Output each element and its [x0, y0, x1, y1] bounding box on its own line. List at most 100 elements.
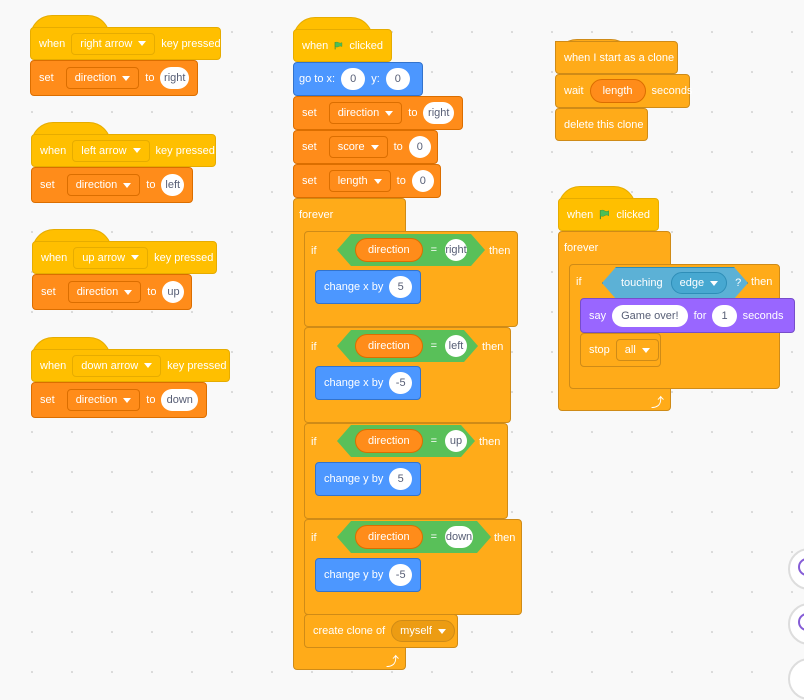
- compare-value[interactable]: left: [445, 335, 467, 357]
- caret-down-icon: [385, 110, 394, 116]
- set-label: set: [39, 72, 54, 84]
- value-input[interactable]: right: [423, 102, 454, 124]
- if-label: if: [311, 245, 317, 257]
- to-label: to: [146, 179, 156, 191]
- variable-dropdown[interactable]: score: [328, 136, 388, 158]
- value-input[interactable]: up: [162, 281, 185, 303]
- caret-down-icon: [132, 148, 141, 153]
- when-key-pressed-left[interactable]: when left arrow key pressed: [31, 134, 216, 167]
- set-label: set: [41, 286, 56, 298]
- stop-label: stop: [589, 344, 610, 356]
- zoom-out-button[interactable]: [788, 603, 804, 645]
- when-label: when: [302, 39, 329, 52]
- change-x-block[interactable]: change x by 5: [315, 270, 421, 304]
- touching-target-dropdown[interactable]: edge: [671, 272, 727, 294]
- green-flag-icon: [335, 41, 343, 50]
- seconds-input[interactable]: 1: [712, 304, 737, 327]
- caret-down-icon: [123, 182, 132, 188]
- change-y-block[interactable]: change y by 5: [315, 462, 421, 496]
- key-dropdown[interactable]: left arrow: [72, 139, 150, 162]
- delete-clone-label: delete this clone: [564, 118, 644, 131]
- set-label: set: [302, 141, 317, 153]
- when-flag-clicked[interactable]: when clicked: [293, 29, 392, 62]
- y-input[interactable]: 0: [385, 68, 410, 90]
- set-variable-block[interactable]: set direction to down: [31, 382, 207, 418]
- key-dropdown[interactable]: right arrow: [71, 32, 156, 55]
- to-label: to: [408, 107, 418, 119]
- go-to-xy-block[interactable]: go to x: 0 y: 0: [293, 62, 423, 96]
- green-flag-icon: [600, 209, 610, 220]
- variable-dropdown[interactable]: length: [328, 170, 391, 192]
- zoom-in-icon: [798, 558, 804, 576]
- compare-value[interactable]: down: [445, 526, 473, 548]
- variable-value: direction: [337, 107, 380, 119]
- equals-condition[interactable]: direction = left: [337, 330, 478, 362]
- variable-value: score: [337, 141, 365, 153]
- to-label: to: [393, 141, 403, 153]
- create-clone-block[interactable]: create clone of myself: [304, 614, 458, 648]
- x-input[interactable]: 0: [341, 68, 366, 90]
- stop-block[interactable]: stop all: [580, 333, 661, 367]
- direction-reporter[interactable]: direction: [355, 429, 423, 453]
- value-input[interactable]: right: [160, 67, 189, 89]
- change-y-block[interactable]: change y by -5: [315, 558, 421, 592]
- set-variable-block[interactable]: set score to 0: [293, 130, 438, 164]
- stop-option-dropdown[interactable]: all: [615, 339, 659, 361]
- equals-condition[interactable]: direction = up: [337, 425, 475, 457]
- then-label: then: [489, 245, 511, 257]
- value-input[interactable]: 0: [408, 136, 431, 158]
- variable-value: direction: [75, 394, 118, 406]
- length-reporter[interactable]: length: [589, 79, 646, 103]
- stop-option-value: all: [624, 344, 636, 356]
- equals-sign: =: [430, 340, 438, 352]
- delete-clone-block[interactable]: delete this clone: [555, 108, 648, 141]
- variable-dropdown[interactable]: direction: [65, 67, 140, 89]
- compare-value[interactable]: right: [445, 239, 467, 261]
- change-x-block[interactable]: change x by -5: [315, 366, 421, 400]
- say-for-secs-block[interactable]: say Game over! for 1 seconds: [580, 298, 795, 333]
- equals-condition[interactable]: direction = down: [337, 521, 491, 553]
- when-start-as-clone[interactable]: when I start as a clone: [555, 41, 678, 74]
- compare-value[interactable]: up: [445, 430, 467, 452]
- loop-arrow-icon: ⤴: [386, 654, 400, 669]
- amount-input[interactable]: 5: [389, 276, 412, 298]
- set-variable-block[interactable]: set length to 0: [293, 164, 441, 198]
- when-key-pressed-down[interactable]: when down arrow key pressed: [31, 349, 230, 382]
- value-input[interactable]: 0: [411, 170, 434, 192]
- key-dropdown[interactable]: down arrow: [72, 354, 162, 377]
- when-key-pressed-up[interactable]: when up arrow key pressed: [32, 241, 217, 274]
- caret-down-icon: [124, 289, 133, 295]
- zoom-reset-button[interactable]: [788, 658, 804, 700]
- variable-dropdown[interactable]: direction: [66, 389, 141, 411]
- variable-value: direction: [74, 72, 117, 84]
- zoom-in-button[interactable]: [788, 548, 804, 590]
- equals-condition[interactable]: direction = right: [337, 234, 485, 266]
- key-dropdown[interactable]: up arrow: [73, 246, 149, 269]
- variable-value: direction: [75, 179, 118, 191]
- direction-reporter[interactable]: direction: [355, 334, 423, 358]
- amount-input[interactable]: 5: [389, 468, 412, 490]
- wait-block[interactable]: wait length seconds: [555, 74, 693, 108]
- set-label: set: [40, 394, 55, 406]
- variable-dropdown[interactable]: direction: [66, 174, 141, 196]
- direction-reporter[interactable]: direction: [355, 238, 423, 262]
- variable-dropdown[interactable]: direction: [67, 281, 142, 303]
- value-input[interactable]: left: [161, 174, 184, 196]
- amount-input[interactable]: -5: [389, 564, 412, 586]
- set-label: set: [302, 175, 317, 187]
- variable-dropdown[interactable]: direction: [328, 102, 403, 124]
- set-variable-block[interactable]: set direction to left: [31, 167, 193, 203]
- direction-reporter[interactable]: direction: [355, 525, 423, 549]
- set-variable-block[interactable]: set direction to right: [30, 60, 198, 96]
- when-flag-clicked[interactable]: when clicked: [558, 198, 659, 231]
- set-variable-block[interactable]: set direction to up: [32, 274, 192, 310]
- set-variable-block[interactable]: set direction to right: [293, 96, 463, 130]
- when-key-pressed-right[interactable]: when right arrow key pressed: [30, 27, 221, 60]
- clone-target-dropdown[interactable]: myself: [391, 620, 455, 642]
- value-input[interactable]: down: [161, 389, 198, 411]
- change-x-label: change x by: [324, 281, 384, 293]
- wait-label: wait: [564, 85, 584, 97]
- amount-input[interactable]: -5: [389, 372, 412, 394]
- touching-condition[interactable]: touching edge ?: [602, 267, 748, 299]
- message-input[interactable]: Game over!: [612, 304, 688, 327]
